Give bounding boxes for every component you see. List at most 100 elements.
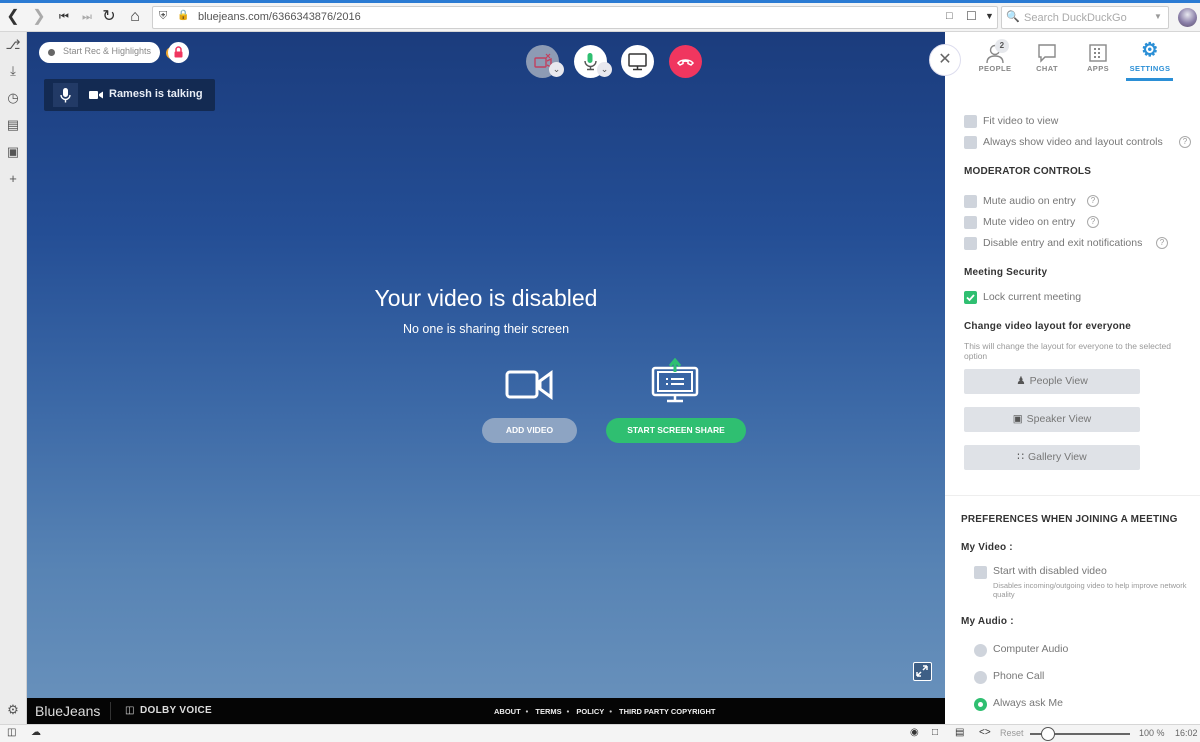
search-placeholder: Search DuckDuckGo <box>1024 12 1127 24</box>
footer-links: ABOUT • TERMS • POLICY • THIRD PARTY COPYRI… <box>494 707 716 716</box>
mute-video-checkbox[interactable] <box>964 216 977 229</box>
bluejeans-logo: BlueJeans <box>35 703 101 719</box>
help-icon[interactable]: ? <box>1156 237 1168 249</box>
browser-toolbar: ❮ ❯ ⏮ ⏭ ↻ ⌂ ⛨ 🔒 bluejeans.com/6366343876… <box>0 0 1200 32</box>
home-icon[interactable]: ⌂ <box>124 6 146 28</box>
start-screen-share-button[interactable]: START SCREEN SHARE <box>606 418 746 443</box>
speaker-view-button[interactable]: ▣ Speaker View <box>964 407 1140 432</box>
help-icon[interactable]: ? <box>1179 136 1191 148</box>
start-recording-button[interactable]: Start Rec & Highlights ? <box>39 42 178 63</box>
zoom-level: 100 % <box>1139 728 1165 738</box>
preferences-heading: PREFERENCES WHEN JOINING A MEETING <box>961 514 1178 525</box>
footer-link-terms[interactable]: TERMS <box>535 707 561 716</box>
footer-link-policy[interactable]: POLICY <box>576 707 604 716</box>
reload-icon[interactable]: ↻ <box>98 6 120 28</box>
chevron-down-icon[interactable]: ⌄ <box>549 62 564 77</box>
cloud-icon[interactable]: ☁ <box>31 727 41 738</box>
always-show-controls-checkbox[interactable] <box>964 136 977 149</box>
disable-notifications-checkbox[interactable] <box>964 237 977 250</box>
footer-link-about[interactable]: ABOUT <box>494 707 521 716</box>
disable-notifications-label: Disable entry and exit notifications <box>983 237 1143 249</box>
profile-avatar[interactable] <box>1178 8 1197 27</box>
forward-icon[interactable]: ❯ <box>28 6 50 28</box>
lock-icon <box>174 46 183 58</box>
video-camera-icon <box>504 368 554 407</box>
help-icon[interactable]: ? <box>1087 195 1099 207</box>
mute-audio-checkbox[interactable] <box>964 195 977 208</box>
help-icon[interactable]: ? <box>1087 216 1099 228</box>
panel-toggle-icon[interactable]: ◫ <box>7 727 16 738</box>
settings-panel: ✕ 2 PEOPLE CHAT APPS ⚙ SETTINGS Fit vide… <box>929 32 1200 724</box>
active-tab-indicator <box>1126 78 1173 81</box>
footer-link-copyright[interactable]: THIRD PARTY COPYRIGHT <box>619 707 715 716</box>
bookmark-icon[interactable]: ☐ <box>966 9 977 23</box>
camera-icon[interactable]: □ <box>946 10 953 22</box>
start-disabled-video-label: Start with disabled video <box>993 565 1107 577</box>
chevron-down-icon[interactable]: ⌄ <box>597 62 612 77</box>
zoom-slider-handle[interactable] <box>1041 727 1055 741</box>
start-disabled-video-checkbox[interactable] <box>974 566 987 579</box>
people-view-button[interactable]: ♟ People View <box>964 369 1140 394</box>
lock-meeting-checkbox[interactable] <box>964 291 977 304</box>
bookmark-icon[interactable]: ⎇ <box>4 36 22 54</box>
screen-share-icon <box>650 357 700 411</box>
dropdown-icon[interactable]: ▼ <box>985 11 994 21</box>
image-icon[interactable]: ▤ <box>955 727 964 738</box>
address-bar[interactable]: ⛨ 🔒 bluejeans.com/6366343876/2016 □ ☐ ▼ <box>152 6 998 29</box>
fit-video-checkbox[interactable] <box>964 115 977 128</box>
video-area: Start Rec & Highlights ? Ramesh is talki… <box>27 32 945 698</box>
search-dropdown-icon[interactable]: ▼ <box>1154 12 1162 21</box>
tab-label: PEOPLE <box>978 64 1012 73</box>
checkmark-icon <box>966 294 975 302</box>
tab-people[interactable]: 2 PEOPLE <box>977 39 1013 73</box>
tab-apps[interactable]: APPS <box>1086 42 1110 73</box>
clock: 16:02 <box>1175 728 1198 738</box>
hang-up-button[interactable] <box>669 45 702 78</box>
talking-label: Ramesh is talking <box>109 88 203 100</box>
tab-chat[interactable]: CHAT <box>1034 42 1060 73</box>
url-text: bluejeans.com/6366343876/2016 <box>198 11 361 23</box>
phone-call-radio[interactable] <box>974 671 987 684</box>
apps-grid-icon <box>1086 42 1110 64</box>
history-icon[interactable]: ◷ <box>4 89 22 107</box>
tab-settings[interactable]: ⚙ SETTINGS <box>1128 41 1172 73</box>
monitor-icon <box>628 53 647 71</box>
settings-icon[interactable]: ⚙ <box>4 701 22 719</box>
record-dot-icon <box>48 49 55 56</box>
notes-icon[interactable]: ▤ <box>4 116 22 134</box>
chat-icon <box>1034 42 1060 64</box>
tab-label: CHAT <box>1036 64 1058 73</box>
window-icon[interactable]: ▣ <box>4 143 22 161</box>
layout-heading: Change video layout for everyone <box>964 321 1131 332</box>
close-panel-button[interactable]: ✕ <box>929 44 961 76</box>
video-camera-icon <box>88 88 104 107</box>
always-ask-radio[interactable] <box>974 698 987 711</box>
code-icon[interactable]: <> <box>979 727 991 738</box>
search-input[interactable]: 🔍 Search DuckDuckGo ▼ <box>1001 6 1169 29</box>
gallery-view-button[interactable]: ∷ Gallery View <box>964 445 1140 470</box>
meeting-security-heading: Meeting Security <box>964 267 1048 278</box>
add-video-button[interactable]: ADD VIDEO <box>482 418 577 443</box>
meeting-lock-button[interactable] <box>168 42 189 63</box>
computer-audio-radio[interactable] <box>974 644 987 657</box>
back-icon[interactable]: ❮ <box>2 6 24 28</box>
tab-label: SETTINGS <box>1129 64 1171 73</box>
zoom-reset-button[interactable]: Reset <box>1000 728 1024 738</box>
tab-accent <box>30 0 170 3</box>
screen-share-button[interactable] <box>621 45 654 78</box>
expand-icon[interactable] <box>913 662 932 681</box>
skip-back-icon[interactable]: ⏮ <box>53 6 75 28</box>
download-icon[interactable]: ⤓ <box>4 62 22 80</box>
always-ask-label: Always ask Me <box>993 697 1064 709</box>
microphone-icon <box>53 83 78 107</box>
moderator-controls-heading: MODERATOR CONTROLS <box>964 166 1092 177</box>
capture-icon[interactable]: ◉ <box>910 727 919 738</box>
video-toggle-button[interactable]: ⌄ <box>526 45 564 78</box>
tab-label: APPS <box>1086 64 1110 73</box>
tile-icon[interactable]: □ <box>932 727 938 738</box>
add-icon[interactable]: + <box>4 170 22 188</box>
skip-forward-icon[interactable]: ⏭ <box>76 6 98 28</box>
active-speaker-indicator: Ramesh is talking <box>44 79 215 111</box>
footer-divider <box>110 702 111 720</box>
microphone-toggle-button[interactable]: ⌄ <box>574 45 612 78</box>
